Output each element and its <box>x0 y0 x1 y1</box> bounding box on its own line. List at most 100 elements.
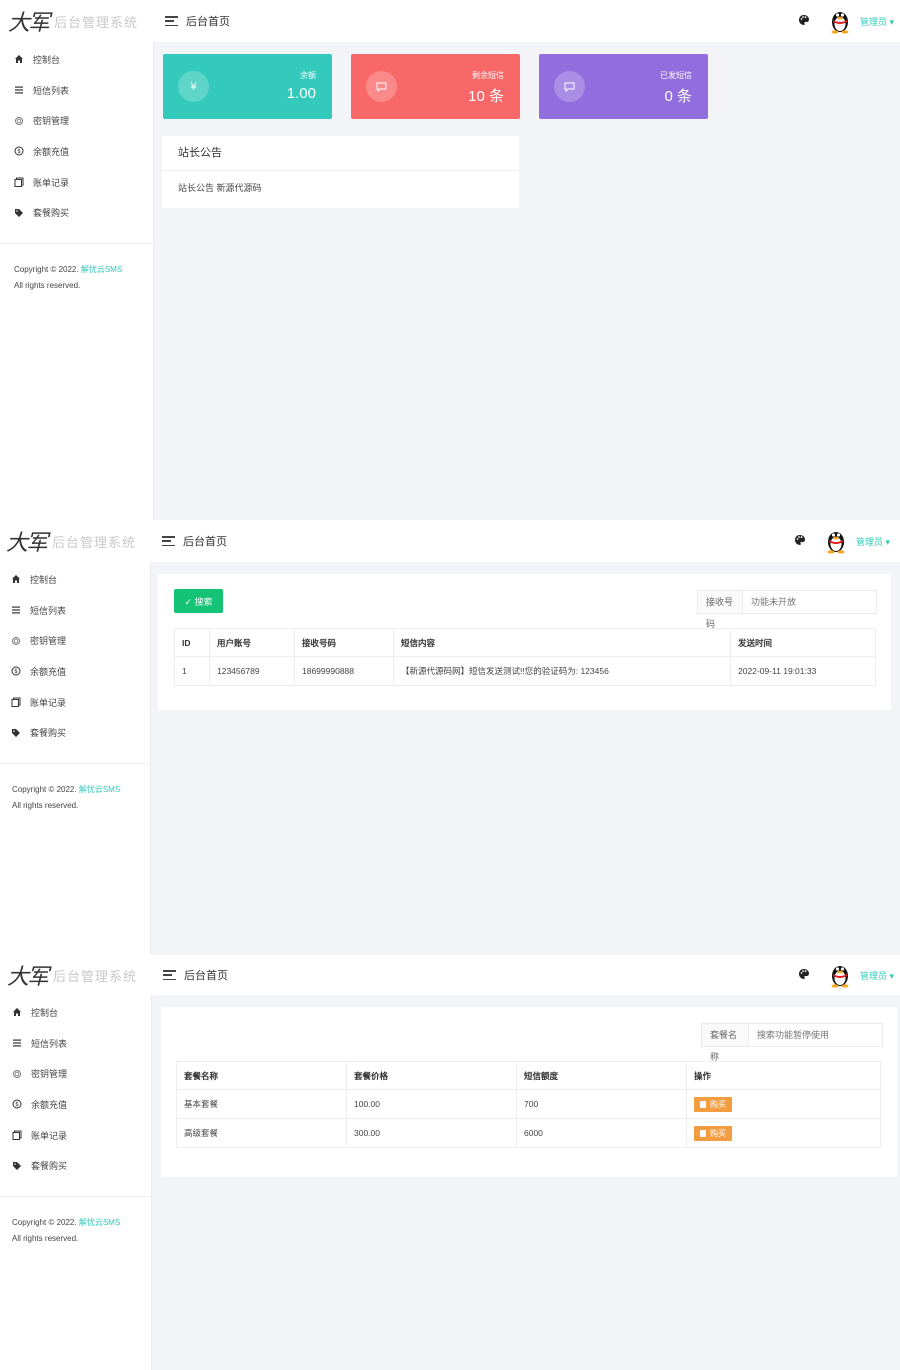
sidebar-item-sms-list[interactable]: 短信列表 <box>0 595 150 626</box>
sidebar-item-recharge[interactable]: $ 余额充值 <box>0 136 153 167</box>
sidebar-item-keys[interactable]: 密钥管理 <box>0 625 150 656</box>
sidebar-item-label: 余额充值 <box>31 1099 68 1110</box>
breadcrumb: 后台首页 <box>186 16 230 28</box>
avatar[interactable] <box>828 962 852 988</box>
sidebar-item-label: 短信列表 <box>33 85 70 96</box>
copyright-brand-link[interactable]: 解忧云SMS <box>79 1218 120 1227</box>
list-icon <box>14 85 24 95</box>
topbar: 后台首页 管理员 ▾ <box>150 520 900 562</box>
logo[interactable]: 大军 后台管理系统 <box>0 520 150 562</box>
stat-card-balance: ¥ 余额 1.00 <box>163 54 332 119</box>
phone-filter-input[interactable] <box>743 591 876 613</box>
sidebar-item-packages[interactable]: 套餐购买 <box>0 197 153 228</box>
user-menu[interactable]: 管理员 ▾ <box>860 15 894 28</box>
sidebar-item-label: 套餐购买 <box>33 208 70 219</box>
buy-label: 购买 <box>710 1128 726 1138</box>
key-icon <box>12 1069 22 1079</box>
filter-key[interactable]: 套餐名称 <box>702 1024 749 1062</box>
notice-card: 站长公告 站长公告 新源代源码 <box>162 136 519 208</box>
logo[interactable]: 大军 后台管理系统 <box>0 0 153 42</box>
sidebar-item-sms-list[interactable]: 短信列表 <box>0 1028 151 1059</box>
sidebar: 大军 后台管理系统 控制台 短信列表 密钥管理 $ 余额充值 账单记录 套餐购买 … <box>0 955 152 1370</box>
sidebar-item-recharge[interactable]: $ 余额充值 <box>0 1089 151 1120</box>
svg-text:$: $ <box>17 149 21 156</box>
sidebar: 大军 后台管理系统 控制台 短信列表 密钥管理 $ 余额充值 账单记录 套餐购买 … <box>0 0 154 520</box>
topbar: 后台首页 管理员 ▾ <box>151 955 900 995</box>
menu-toggle-icon[interactable] <box>162 536 175 546</box>
sms-list-card: ✓ 搜索 接收号码 ID 用户账号 接收号码 短信内容 发送时间 <box>158 574 891 710</box>
cell-quota: 700 <box>516 1089 687 1119</box>
sms-table: ID 用户账号 接收号码 短信内容 发送时间 1 123456789 18699… <box>174 628 876 686</box>
sidebar-item-bills[interactable]: 账单记录 <box>0 687 150 718</box>
avatar[interactable] <box>828 8 852 34</box>
avatar[interactable] <box>824 528 848 554</box>
sidebar-item-packages[interactable]: 套餐购买 <box>0 1150 151 1181</box>
stat-value: 1.00 <box>286 85 316 102</box>
palette-icon[interactable] <box>798 968 810 983</box>
palette-icon[interactable] <box>794 534 806 549</box>
copyright-brand-link[interactable]: 解忧云SMS <box>81 265 122 274</box>
col-phone: 接收号码 <box>294 628 394 657</box>
sidebar-item-keys[interactable]: 密钥管理 <box>0 1058 151 1089</box>
topbar-right: 管理员 ▾ <box>798 962 900 988</box>
topbar-right: 管理员 ▾ <box>794 528 900 554</box>
sidebar-item-dashboard[interactable]: 控制台 <box>0 564 150 595</box>
breadcrumb: 后台首页 <box>183 536 227 548</box>
topbar: 后台首页 管理员 ▾ <box>153 0 900 42</box>
user-menu[interactable]: 管理员 ▾ <box>860 969 894 982</box>
screen-packages: 大军 后台管理系统 控制台 短信列表 密钥管理 $ 余额充值 账单记录 套餐购买 … <box>0 955 900 1370</box>
sidebar-item-label: 套餐购买 <box>31 1161 68 1172</box>
key-icon <box>11 636 21 646</box>
screen-sms-list: 大军 后台管理系统 控制台 短信列表 密钥管理 $ 余额充值 账单记录 套餐购买 … <box>0 520 900 955</box>
sidebar-item-recharge[interactable]: $ 余额充值 <box>0 656 150 687</box>
bill-icon <box>14 177 24 188</box>
search-button[interactable]: ✓ 搜索 <box>174 589 223 613</box>
sidebar-item-dashboard[interactable]: 控制台 <box>0 44 153 75</box>
notice-body: 站长公告 新源代源码 <box>178 183 262 193</box>
col-time: 发送时间 <box>730 628 876 657</box>
sidebar-nav: 控制台 短信列表 密钥管理 $ 余额充值 账单记录 套餐购买 <box>0 562 150 748</box>
table-row: 1 123456789 18699990888 【新源代源码网】短信发送测试!!… <box>174 656 876 686</box>
stat-value: 0 条 <box>664 88 692 105</box>
buy-label: 购买 <box>710 1099 726 1109</box>
bill-icon <box>12 1130 22 1141</box>
sidebar-item-bills[interactable]: 账单记录 <box>0 167 153 198</box>
sidebar-item-label: 密钥管理 <box>31 1069 68 1080</box>
col-content: 短信内容 <box>393 628 731 657</box>
cell-name: 高级套餐 <box>176 1118 347 1148</box>
menu-toggle-icon[interactable] <box>163 970 176 980</box>
user-menu[interactable]: 管理员 ▾ <box>856 535 890 548</box>
packages-card: 套餐名称 套餐名称 套餐价格 短信额度 操作 基本套餐 100.00 <box>161 1007 897 1177</box>
coin-icon: $ <box>14 146 24 156</box>
sidebar-item-sms-list[interactable]: 短信列表 <box>0 75 153 106</box>
sidebar-item-dashboard[interactable]: 控制台 <box>0 997 151 1028</box>
copyright-brand-link[interactable]: 解忧云SMS <box>79 785 120 794</box>
stat-label: 余额 <box>300 71 316 80</box>
list-icon <box>11 605 21 615</box>
col-action: 操作 <box>686 1061 881 1090</box>
palette-icon[interactable] <box>798 14 810 29</box>
cell-price: 300.00 <box>346 1118 517 1148</box>
copyright-text: Copyright © 2022. <box>12 1218 79 1228</box>
screen-dashboard: 大军 后台管理系统 控制台 短信列表 密钥管理 $ 余额充值 账单记录 套餐购买 … <box>0 0 900 520</box>
logo[interactable]: 大军 后台管理系统 <box>0 955 151 995</box>
package-filter-input[interactable] <box>749 1024 882 1046</box>
sidebar-item-bills[interactable]: 账单记录 <box>0 1120 151 1151</box>
filter-key[interactable]: 接收号码 <box>698 591 743 629</box>
cell-action: 购买 <box>686 1089 881 1119</box>
copyright: Copyright © 2022. 解忧云SMS All rights rese… <box>0 244 153 294</box>
table-row: 基本套餐 100.00 700 购买 <box>176 1089 881 1119</box>
sidebar-item-keys[interactable]: 密钥管理 <box>0 105 153 136</box>
cell-phone: 18699990888 <box>294 656 394 686</box>
stat-label: 剩余短信 <box>472 71 504 80</box>
buy-button[interactable]: 购买 <box>694 1096 732 1112</box>
home-icon <box>11 574 21 584</box>
sidebar-item-label: 套餐购买 <box>30 728 67 739</box>
menu-toggle-icon[interactable] <box>165 16 178 26</box>
sidebar-item-packages[interactable]: 套餐购买 <box>0 717 150 748</box>
sidebar-item-label: 密钥管理 <box>30 636 67 647</box>
svg-text:$: $ <box>14 669 18 676</box>
col-account: 用户账号 <box>209 628 295 657</box>
buy-button[interactable]: 购买 <box>694 1125 732 1141</box>
list-icon <box>12 1038 22 1048</box>
